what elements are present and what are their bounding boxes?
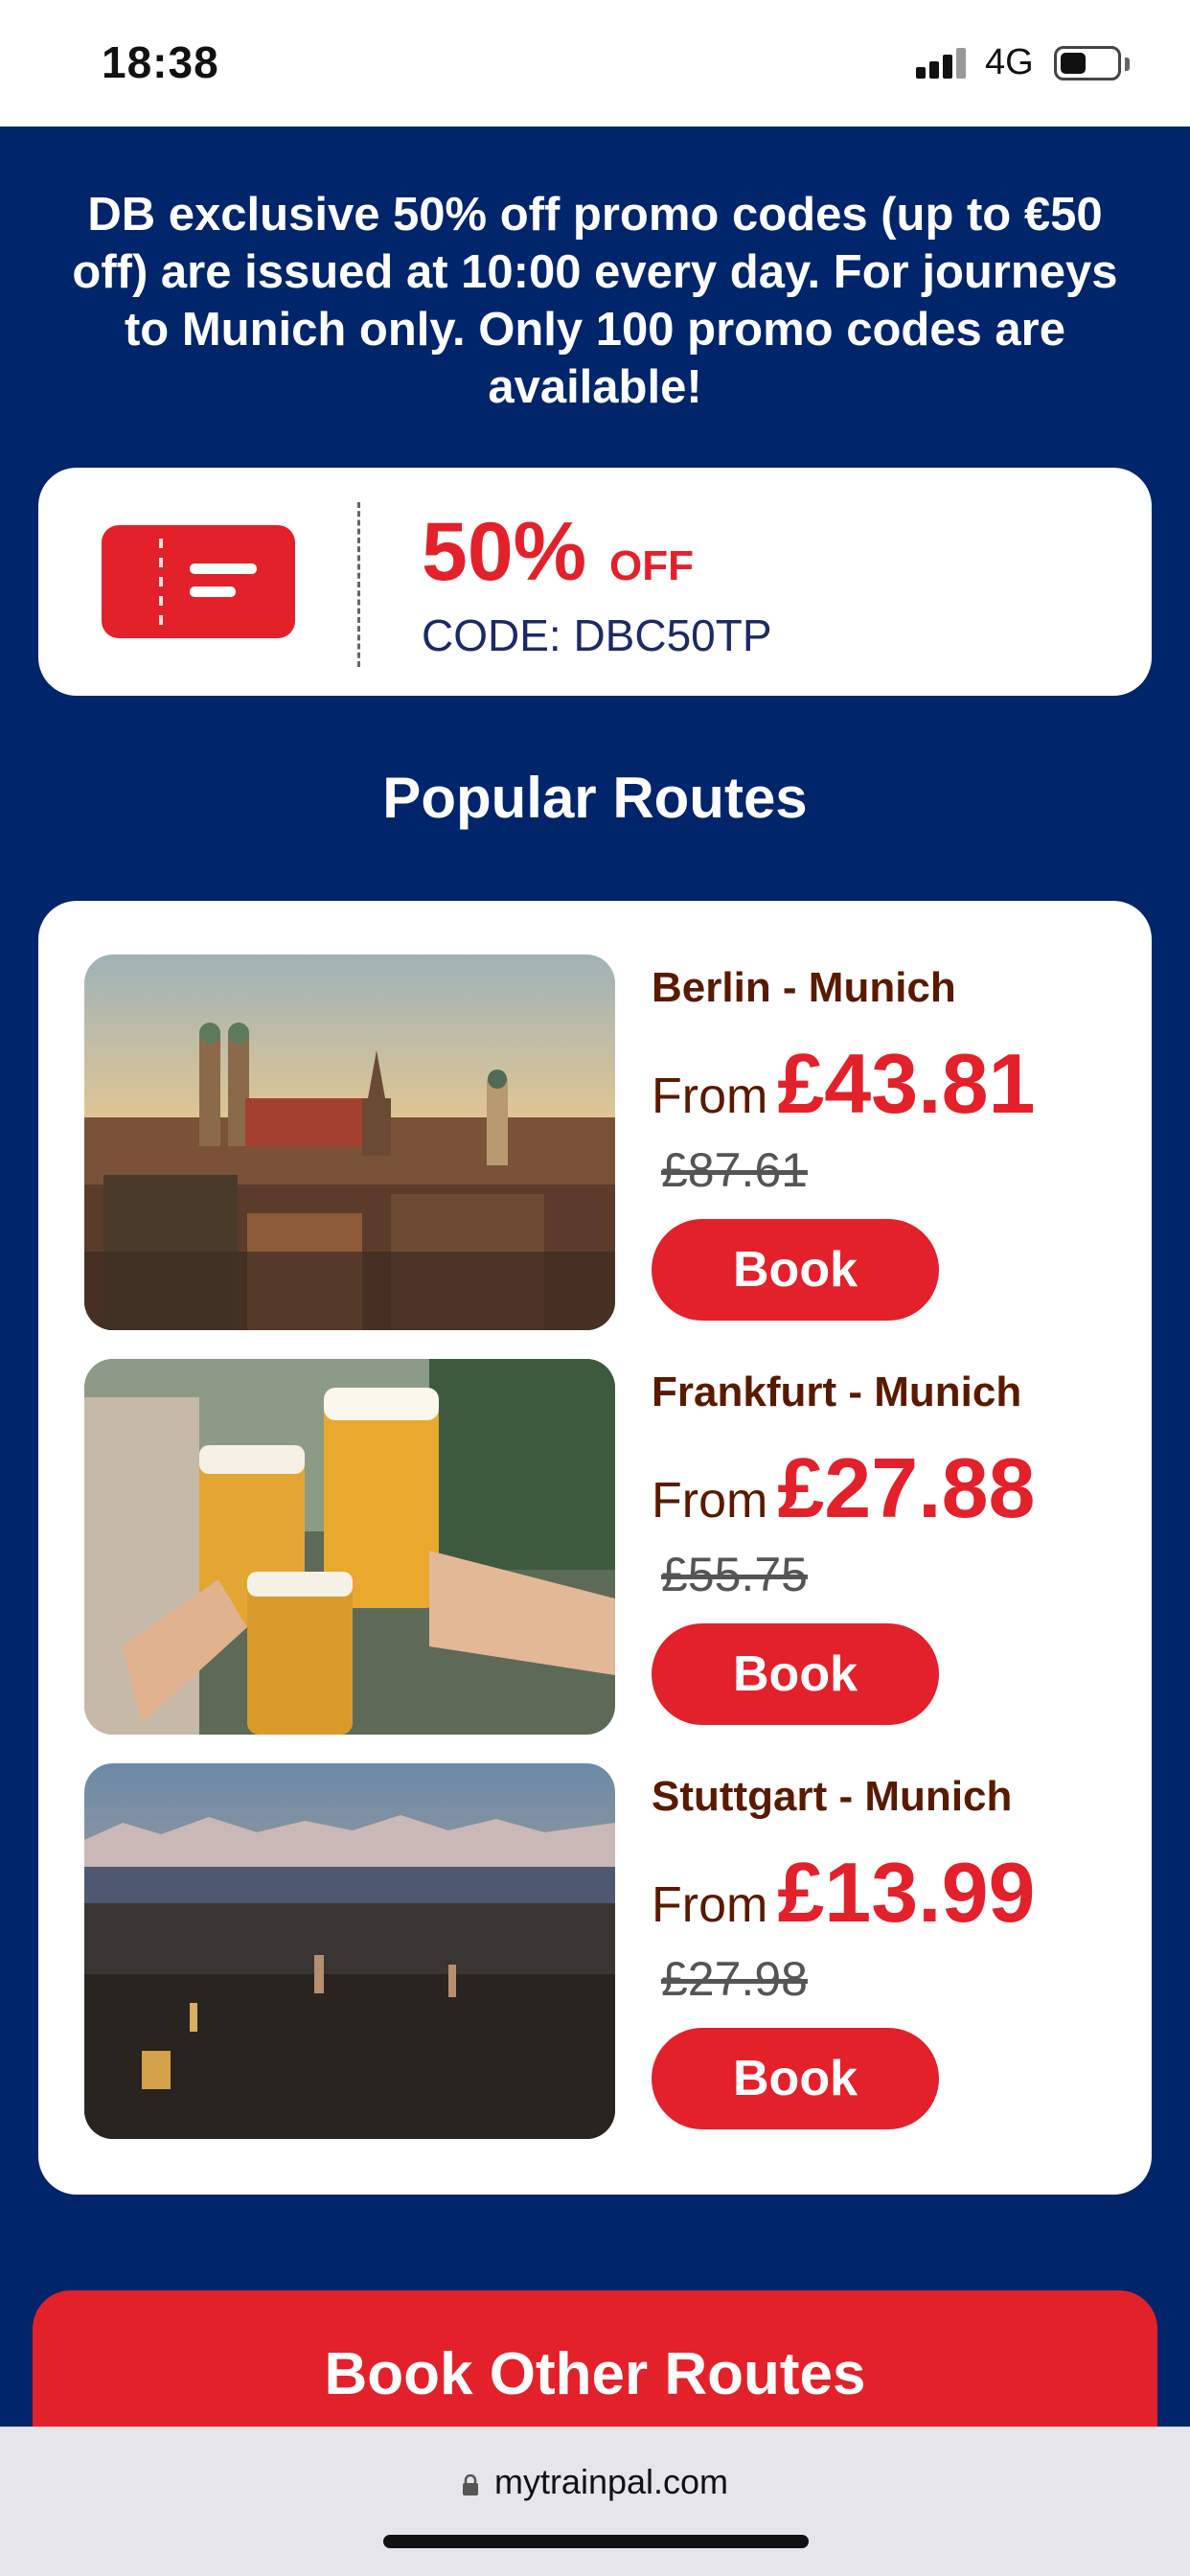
- route-item: Frankfurt - Munich From £27.88 £55.75 Boo…: [38, 1359, 1152, 1735]
- address-bar[interactable]: mytrainpal.com: [0, 2462, 1190, 2502]
- route-name: Frankfurt - Munich: [652, 1368, 1022, 1415]
- price-amount: £43.81: [777, 1036, 1036, 1131]
- original-price: £27.98: [661, 1952, 808, 2006]
- coupon-code: CODE: DBC50TP: [422, 610, 772, 660]
- home-indicator[interactable]: [383, 2535, 809, 2548]
- battery-icon: [1054, 46, 1121, 80]
- route-price: From £13.99: [652, 1844, 1035, 1942]
- original-price: £87.61: [661, 1143, 808, 1197]
- route-item: Berlin - Munich From £43.81 £87.61 Book: [38, 954, 1152, 1330]
- browser-bar: mytrainpal.com: [0, 2426, 1190, 2576]
- book-button[interactable]: Book: [652, 1219, 939, 1321]
- routes-card: Berlin - Munich From£43.81 £87.61 Book: [38, 901, 1152, 2195]
- network-label: 4G: [985, 42, 1034, 82]
- price-amount: £13.99: [777, 1845, 1036, 1940]
- coupon-percent: 50%: [422, 506, 587, 598]
- munich-alps-panorama-photo: [84, 1763, 615, 2139]
- from-label: From: [652, 1069, 768, 1124]
- ticket-icon: [102, 525, 295, 638]
- route-name: Stuttgart - Munich: [652, 1773, 1013, 1820]
- section-title: Popular Routes: [382, 766, 808, 830]
- signal-icon: [916, 48, 970, 79]
- coupon-off-label: OFF: [609, 542, 695, 589]
- url-text: mytrainpal.com: [493, 2462, 729, 2501]
- coupon-divider: [357, 502, 360, 667]
- route-name: Berlin - Munich: [652, 964, 956, 1011]
- route-item: Stuttgart - Munich From £13.99 £27.98 Boo…: [38, 1763, 1152, 2139]
- status-bar: 18:38 4G: [0, 0, 1190, 126]
- route-price: From £27.88: [652, 1439, 1035, 1537]
- lock-icon: [462, 2464, 479, 2496]
- munich-skyline-photo: [84, 954, 615, 1330]
- book-button[interactable]: Book: [652, 2028, 939, 2129]
- coupon-card[interactable]: 50% OFF CODE: DBC50TP: [38, 468, 1152, 696]
- from-label: From: [652, 1473, 768, 1529]
- battery-cap: [1125, 58, 1130, 71]
- original-price: £55.75: [661, 1548, 808, 1601]
- promo-page: DB exclusive 50% off promo codes (up to …: [0, 126, 1190, 2482]
- price-amount: £27.88: [777, 1440, 1036, 1535]
- status-time: 18:38: [102, 37, 219, 87]
- book-button[interactable]: Book: [652, 1623, 939, 1725]
- promo-notice: DB exclusive 50% off promo codes (up to …: [72, 189, 1118, 413]
- coupon-discount: 50% OFF: [422, 506, 694, 612]
- beer-toast-photo: [84, 1359, 615, 1735]
- from-label: From: [652, 1877, 768, 1933]
- route-price: From £43.81: [652, 1035, 1035, 1133]
